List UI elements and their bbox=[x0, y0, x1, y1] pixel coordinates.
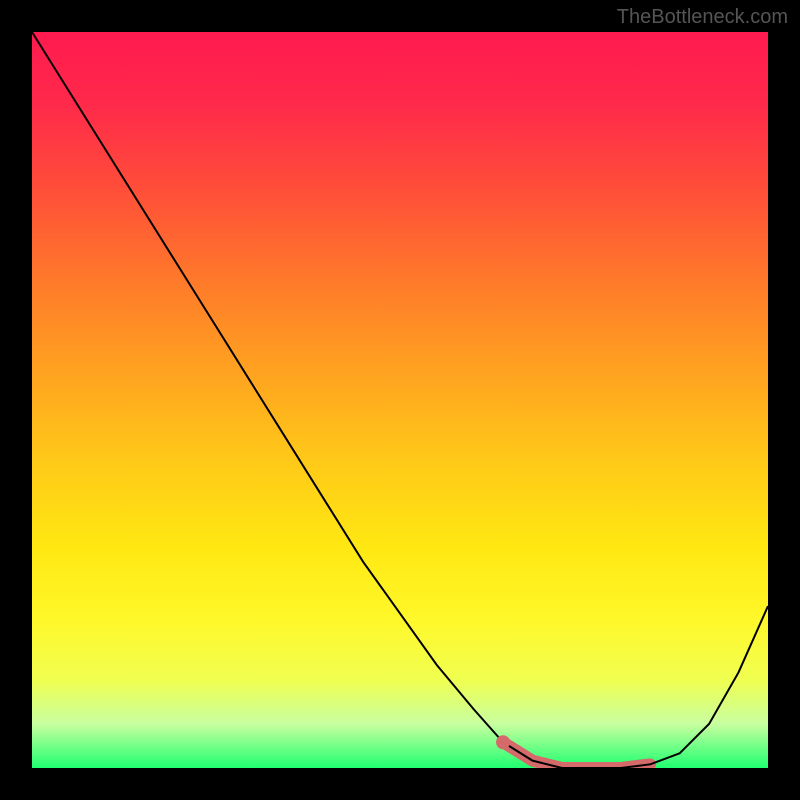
watermark-text: TheBottleneck.com bbox=[617, 6, 788, 29]
plot-area bbox=[32, 32, 768, 768]
gradient-background bbox=[32, 32, 768, 768]
